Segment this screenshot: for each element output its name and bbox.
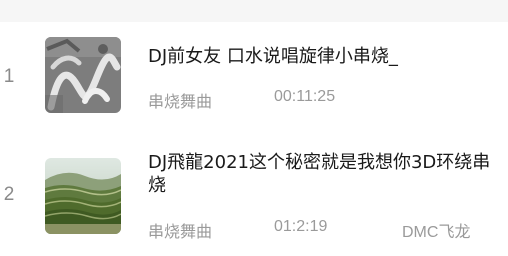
song-artist[interactable]: 串烧舞曲 [148, 88, 212, 112]
song-title[interactable]: DJ前女友 口水说唱旋律小串烧_ [148, 45, 508, 68]
album-cover-icon[interactable] [45, 37, 121, 113]
song-duration: 01:2:19 [274, 218, 328, 235]
song-artist[interactable]: 串烧舞曲 [148, 218, 212, 242]
song-list: 1 DJ前女友 口水说唱旋律小串烧_ 串烧舞曲 00:11:25 2 DJ飛龍2… [0, 22, 508, 241]
top-strip [0, 0, 508, 22]
song-row[interactable]: 2 DJ飛龍2021这个秘密就是我想你3D环绕串烧 串烧舞曲 01:2:19 D… [0, 136, 508, 253]
song-row[interactable]: 1 DJ前女友 口水说唱旋律小串烧_ 串烧舞曲 00:11:25 [0, 22, 508, 139]
song-uploader[interactable]: DMC飞龙 [402, 218, 470, 242]
song-index: 1 [3, 66, 15, 87]
song-title[interactable]: DJ飛龍2021这个秘密就是我想你3D环绕串烧 [148, 151, 498, 197]
song-index: 2 [3, 184, 15, 205]
song-duration: 00:11:25 [274, 88, 336, 105]
album-cover-icon[interactable] [45, 158, 121, 234]
